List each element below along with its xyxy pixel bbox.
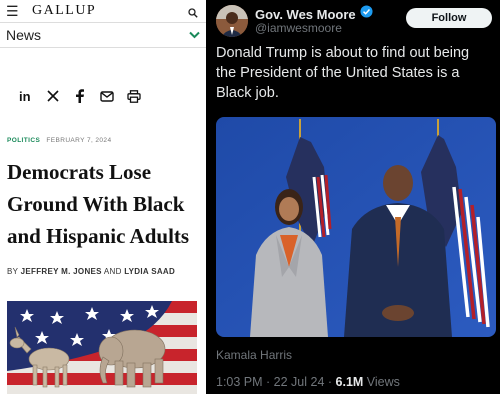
article-meta: POLITICS FEBRUARY 7, 2024 (7, 137, 111, 144)
byline: BY JEFFREY M. JONES AND LYDIA SAAD (7, 267, 175, 276)
x-icon[interactable] (39, 88, 66, 104)
post-text: Donald Trump is about to find out being … (216, 45, 470, 101)
linkedin-icon[interactable]: in (12, 88, 39, 104)
author-link[interactable]: LYDIA SAAD (124, 267, 175, 276)
gallup-logo[interactable]: GALLUP (32, 3, 188, 19)
verified-badge-icon (360, 5, 373, 23)
post-timestamp[interactable]: 1:03 PM · 22 Jul 24 · (216, 375, 336, 389)
section-nav-label: News (6, 27, 42, 43)
photo-tag-caption[interactable]: Kamala Harris (216, 348, 292, 362)
email-icon[interactable] (93, 88, 120, 104)
byline-and: AND (103, 267, 122, 276)
display-name[interactable]: Gov. Wes Moore (255, 7, 356, 22)
search-icon[interactable] (188, 5, 200, 18)
gallup-header: ☰ GALLUP (0, 0, 206, 22)
publish-date: FEBRUARY 7, 2024 (46, 137, 112, 144)
gallup-article-panel: ☰ GALLUP News in POLITICS FEBRUARY 7, 20… (0, 0, 206, 394)
avatar[interactable] (216, 5, 248, 37)
post-meta: 1:03 PM · 22 Jul 24 · 6.1M Views (216, 375, 400, 389)
facebook-icon[interactable] (66, 88, 93, 104)
x-post-panel: Gov. Wes Moore @iamwesmoore Follow Donal… (210, 0, 500, 394)
byline-prefix: BY (7, 267, 19, 276)
author-link[interactable]: JEFFREY M. JONES (21, 267, 102, 276)
views-label: Views (363, 375, 400, 389)
article-hero-image (7, 301, 197, 394)
follow-button[interactable]: Follow (406, 8, 492, 28)
share-bar: in (12, 88, 147, 104)
section-nav-dropdown[interactable]: News (0, 22, 206, 48)
user-handle[interactable]: @iamwesmoore (255, 21, 342, 35)
article-title: Democrats Lose Ground With Black and His… (7, 160, 190, 248)
post-photo[interactable] (216, 117, 496, 337)
chevron-down-icon (189, 28, 200, 42)
views-count: 6.1M (335, 375, 364, 389)
section-tag[interactable]: POLITICS (7, 137, 40, 144)
hamburger-menu-icon[interactable]: ☰ (6, 3, 20, 20)
print-icon[interactable] (120, 88, 147, 104)
svg-text:in: in (19, 89, 31, 103)
